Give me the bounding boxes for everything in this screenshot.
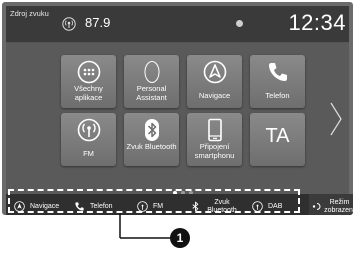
callout-number-badge: 1 xyxy=(170,228,190,248)
screen-content: Zdroj zvuku 87.9 12:34 Všechny aplikace xyxy=(6,6,353,215)
display-mode-label: Režim zobrazení xyxy=(324,199,353,214)
tile-label: Telefon xyxy=(265,91,290,100)
clock: 12:34 xyxy=(288,10,346,35)
tile-label: FM xyxy=(83,149,94,158)
phone-icon xyxy=(268,63,287,81)
smartphone-icon xyxy=(207,118,222,142)
display-mode-icon xyxy=(312,203,321,210)
apps-grid-icon xyxy=(77,60,100,84)
tile-all-apps[interactable]: Všechny aplikace xyxy=(61,55,116,108)
status-indicator-icon xyxy=(236,20,243,27)
status-bar: Zdroj zvuku 87.9 12:34 xyxy=(6,6,349,43)
navigation-icon xyxy=(203,60,226,84)
assistant-icon xyxy=(144,61,159,83)
infotainment-screen: Zdroj zvuku 87.9 12:34 Všechny aplikace xyxy=(2,2,353,215)
tile-label: Všechny aplikace xyxy=(74,84,103,102)
tile-traffic-announcement[interactable]: TA xyxy=(250,113,305,166)
tile-label: Zvuk Bluetooth xyxy=(126,142,177,151)
display-mode-button[interactable]: Režim zobrazení xyxy=(309,194,353,215)
chevron-right-icon[interactable] xyxy=(329,102,343,136)
radio-icon xyxy=(62,17,76,31)
tile-label: Připojení smartphonu xyxy=(194,142,235,160)
tile-smartphone-connection[interactable]: Připojení smartphonu xyxy=(187,113,242,166)
tile-bluetooth-audio[interactable]: Zvuk Bluetooth xyxy=(124,113,179,166)
shortcut-bar-highlight xyxy=(8,189,300,213)
radio-icon xyxy=(77,118,100,142)
tile-label: TA xyxy=(265,125,290,147)
tile-label: Navigace xyxy=(198,91,231,100)
tile-fm[interactable]: FM xyxy=(61,113,116,166)
bluetooth-icon xyxy=(144,119,159,141)
tile-label: Personal Assistant xyxy=(136,84,167,102)
tile-phone[interactable]: Telefon xyxy=(250,55,305,108)
audio-source-button[interactable]: Zdroj zvuku xyxy=(10,9,50,37)
tile-navigation[interactable]: Navigace xyxy=(187,55,242,108)
radio-frequency: 87.9 xyxy=(85,15,111,30)
tile-personal-assistant[interactable]: Personal Assistant xyxy=(124,55,179,108)
